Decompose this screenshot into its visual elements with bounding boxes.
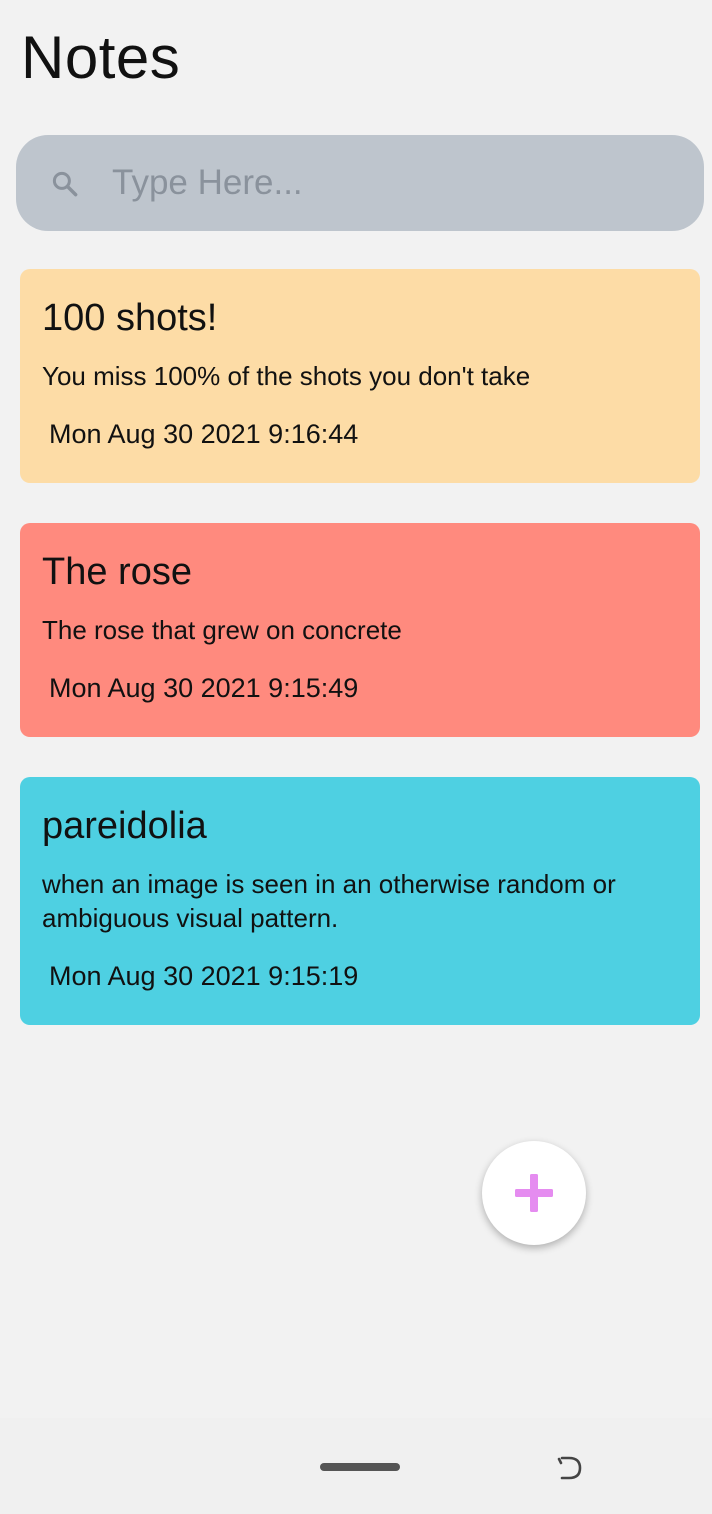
page-title: Notes	[21, 24, 181, 91]
note-date: Mon Aug 30 2021 9:16:44	[49, 419, 359, 449]
note-date: Mon Aug 30 2021 9:15:19	[49, 961, 359, 991]
note-card[interactable]: 100 shots! You miss 100% of the shots yo…	[20, 269, 700, 483]
note-body: when an image is seen in an otherwise ra…	[42, 869, 616, 933]
system-navigation-bar	[0, 1418, 712, 1514]
home-handle[interactable]	[320, 1463, 400, 1471]
rotate-icon[interactable]	[556, 1452, 588, 1484]
search-icon	[52, 171, 78, 197]
note-body: The rose that grew on concrete	[42, 615, 402, 645]
note-date: Mon Aug 30 2021 9:15:49	[49, 673, 359, 703]
note-title: 100 shots!	[42, 297, 218, 339]
notes-screen: Notes 100 shots! You miss 100% of the sh…	[0, 0, 712, 1514]
add-note-button[interactable]	[482, 1141, 586, 1245]
note-card[interactable]: pareidolia when an image is seen in an o…	[20, 777, 700, 1025]
note-card[interactable]: The rose The rose that grew on concrete …	[20, 523, 700, 737]
search-bar[interactable]	[16, 135, 704, 231]
note-title: pareidolia	[42, 805, 207, 847]
search-input[interactable]	[112, 159, 672, 207]
plus-icon	[515, 1174, 553, 1212]
note-body: You miss 100% of the shots you don't tak…	[42, 361, 531, 391]
note-title: The rose	[42, 551, 192, 593]
